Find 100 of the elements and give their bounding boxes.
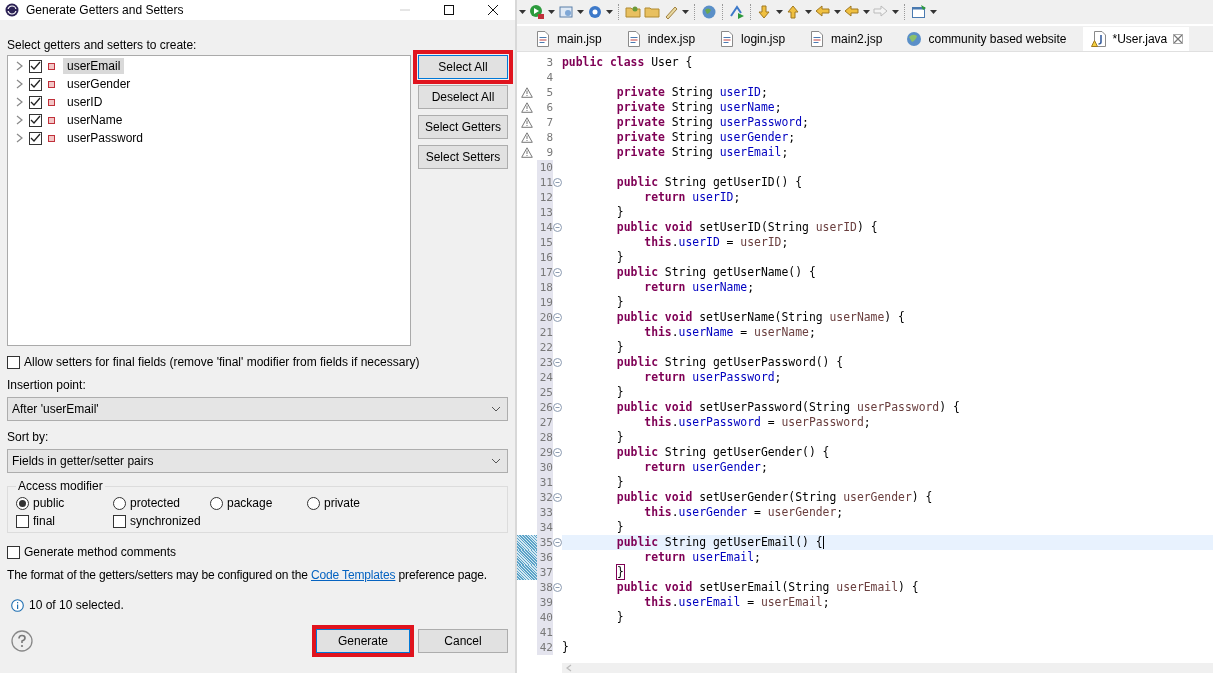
code-line: public String getUserID() { xyxy=(615,175,804,190)
checkbox[interactable] xyxy=(29,95,42,109)
expand-icon[interactable] xyxy=(16,133,23,143)
tree-item[interactable]: userName xyxy=(63,112,127,128)
code-line: } xyxy=(615,430,625,445)
editor-tab[interactable]: main2.jsp xyxy=(801,27,897,51)
warning-icon[interactable] xyxy=(521,87,533,98)
radio-button[interactable] xyxy=(113,496,126,510)
link[interactable]: Code Templates xyxy=(311,568,396,582)
checkbox[interactable] xyxy=(29,131,42,145)
button[interactable]: Cancel xyxy=(418,629,508,653)
horizontal-scrollbar[interactable] xyxy=(562,663,1213,673)
collapse-icon[interactable] xyxy=(553,178,562,187)
code-line: } xyxy=(615,520,625,535)
tree-item[interactable]: userPassword xyxy=(63,130,148,146)
collapse-icon[interactable] xyxy=(553,403,562,412)
dropdown-arrow-icon[interactable] xyxy=(805,10,812,14)
collapse-icon[interactable] xyxy=(553,223,562,232)
dropdown-arrow-icon[interactable] xyxy=(682,10,689,14)
help-icon[interactable] xyxy=(11,630,33,652)
window-title: Generate Getters and Setters xyxy=(26,3,185,17)
dropdown-arrow-icon[interactable] xyxy=(548,10,555,14)
checkbox[interactable] xyxy=(113,514,126,528)
field-icon xyxy=(48,62,55,70)
collapse-icon[interactable] xyxy=(553,313,562,322)
line-number: 39 xyxy=(537,595,553,610)
collapse-icon[interactable] xyxy=(553,358,562,367)
checkbox[interactable] xyxy=(7,355,20,369)
expand-icon[interactable] xyxy=(16,79,23,89)
button[interactable]: Deselect All xyxy=(418,85,508,109)
radio-label: public xyxy=(33,496,65,510)
collapse-icon[interactable] xyxy=(553,583,562,592)
line-number: 17 xyxy=(537,265,553,280)
app-icon xyxy=(5,3,19,17)
line-number: 41 xyxy=(537,625,553,640)
dropdown-arrow-icon[interactable] xyxy=(892,10,899,14)
tree-item[interactable]: userGender xyxy=(63,76,135,92)
field-icon xyxy=(48,116,55,124)
code-line: public void setUserEmail(String userEmail) { xyxy=(615,580,920,595)
editor-tab[interactable]: community based website xyxy=(898,27,1081,51)
editor-tab[interactable]: index.jsp xyxy=(617,27,710,51)
editor-tab[interactable]: login.jsp xyxy=(711,27,800,51)
java-file-warning-icon xyxy=(1090,31,1107,47)
expand-icon[interactable] xyxy=(16,61,23,71)
code-line: private String userPassword; xyxy=(615,115,810,130)
code-line: public void setUserName(String userName) { xyxy=(615,310,906,325)
line-number: 15 xyxy=(537,235,553,250)
dropdown-arrow-icon[interactable] xyxy=(863,10,870,14)
checkbox[interactable] xyxy=(29,77,42,91)
editor-tab[interactable]: main.jsp xyxy=(527,27,616,51)
expand-icon[interactable] xyxy=(16,97,23,107)
code-line: public void setUserGender(String userGender) { xyxy=(615,490,934,505)
run-icon[interactable] xyxy=(529,4,545,20)
dropdown-arrow-icon[interactable] xyxy=(834,10,841,14)
dropdown-arrow-icon[interactable] xyxy=(606,10,613,14)
window-icon[interactable] xyxy=(911,4,927,20)
warning-icon[interactable] xyxy=(521,117,533,128)
folder-icon[interactable] xyxy=(644,4,660,20)
line-number: 14 xyxy=(537,220,553,235)
dropdown-arrow-icon[interactable] xyxy=(930,10,937,14)
close-icon[interactable] xyxy=(487,4,499,16)
code-line: } xyxy=(615,475,625,490)
collapse-icon[interactable] xyxy=(553,538,562,547)
warning-icon[interactable] xyxy=(521,147,533,158)
warning-icon[interactable] xyxy=(521,102,533,113)
code-line: public String getUserGender() { xyxy=(615,445,831,460)
instruction-text: Select getters and setters to create: xyxy=(7,38,198,54)
sort-dropdown[interactable]: Fields in getter/setter pairs xyxy=(7,449,508,473)
line-number: 18 xyxy=(537,280,553,295)
radio-button[interactable] xyxy=(307,496,320,510)
checkbox[interactable] xyxy=(29,113,42,127)
editor-tab[interactable]: *User.java xyxy=(1082,27,1190,51)
collapse-icon[interactable] xyxy=(553,448,562,457)
code-line: } xyxy=(562,640,570,655)
tree-item[interactable]: userID xyxy=(63,94,107,110)
info-icon xyxy=(11,598,24,612)
folder-icon[interactable] xyxy=(625,4,641,20)
dropdown-arrow-icon[interactable] xyxy=(776,10,783,14)
line-number: 9 xyxy=(545,145,553,160)
tree-item[interactable]: userEmail xyxy=(63,58,125,74)
radio-button[interactable] xyxy=(210,496,223,510)
checkbox[interactable] xyxy=(7,545,20,559)
checkbox[interactable] xyxy=(16,514,29,528)
dropdown-arrow-icon[interactable] xyxy=(577,10,584,14)
expand-icon[interactable] xyxy=(16,115,23,125)
insertion-point-dropdown[interactable]: After 'userEmail' xyxy=(7,397,508,421)
dropdown-arrow-icon[interactable] xyxy=(519,10,526,14)
tab-label: login.jsp xyxy=(741,32,786,46)
collapse-icon[interactable] xyxy=(553,268,562,277)
maximize-icon[interactable] xyxy=(443,4,455,16)
code-line: public void setUserPassword(String userPassword) { xyxy=(615,400,961,415)
globe-icon[interactable] xyxy=(701,4,717,20)
line-number: 33 xyxy=(537,505,553,520)
button[interactable]: Select Setters xyxy=(418,145,508,169)
warning-icon[interactable] xyxy=(521,132,533,143)
radio-button[interactable] xyxy=(16,496,29,510)
collapse-icon[interactable] xyxy=(553,493,562,502)
checkbox[interactable] xyxy=(29,59,42,73)
button[interactable]: Select Getters xyxy=(418,115,508,139)
code-line: return userPassword; xyxy=(643,370,783,385)
